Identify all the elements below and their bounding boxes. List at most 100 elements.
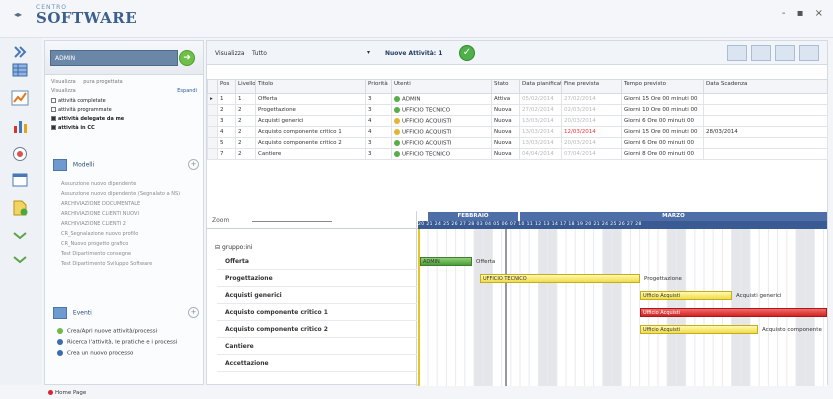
bar-chart-icon[interactable] (11, 118, 29, 134)
line-chart-icon[interactable] (11, 90, 29, 106)
checkbox[interactable] (51, 116, 56, 121)
gantt-bar[interactable]: UFFICIO TECNICO (480, 274, 640, 283)
weekend-column (483, 229, 493, 386)
models-add-icon[interactable]: + (188, 159, 199, 170)
column-header[interactable]: Utenti (391, 79, 492, 94)
checkbox[interactable] (51, 125, 56, 130)
table-row[interactable]: 3 2 Acquisti generici 4 UFFICIO ACQUISTI Nuov… (207, 115, 828, 127)
view-grid-button[interactable] (727, 45, 747, 61)
action-item[interactable]: Crea/Apri nuove attività/processi (57, 328, 157, 335)
model-item[interactable]: CR_Segnalazione nuovo profilo (61, 231, 138, 237)
cell-scad (703, 137, 828, 149)
model-item[interactable]: Assunzione nuovo dipendente (61, 181, 136, 187)
events-icon (53, 307, 67, 319)
gantt-bar[interactable]: Ufficio Acquisti (640, 308, 827, 317)
table-row[interactable]: 2 2 Progettazione 3 UFFICIO TECNICO Nuova 27/0… (207, 104, 828, 116)
gantt-bar-caption: Acquisti generici (736, 293, 782, 299)
cell-prio: 4 (365, 115, 392, 127)
action-icon (57, 328, 63, 334)
search-value[interactable]: pura progettata (83, 79, 123, 85)
events-title: Eventi (72, 309, 92, 317)
model-item[interactable]: CR_Nuovo progetto grafico (61, 241, 128, 247)
filter-header: Visualizza Espandi (51, 88, 197, 94)
user-text: ADMIN (402, 96, 421, 103)
cell-title: Cantiere (255, 148, 366, 160)
list-grid-icon[interactable] (11, 62, 29, 78)
chevron-down-icon-2[interactable] (11, 252, 29, 268)
column-header[interactable]: Tempo previsto (621, 79, 704, 94)
go-arrow-icon[interactable]: ➜ (179, 50, 195, 66)
search-row[interactable]: Visualizza pura progettata (51, 79, 123, 85)
view-select[interactable]: Tutto (252, 50, 267, 57)
dropdown-arrow-icon[interactable]: ▾ (367, 49, 370, 56)
gantt-bar[interactable]: Ufficio Acquisti (640, 325, 758, 334)
cell-title: Progettazione (255, 104, 366, 116)
chevron-down-icon[interactable] (11, 228, 29, 244)
cell-scad (703, 93, 828, 105)
filter-label-text: attività completate (58, 98, 106, 104)
gantt-bar[interactable]: Ufficio Acquisti (640, 291, 732, 300)
gantt-task-label[interactable]: Progettazione (225, 275, 273, 282)
filter-option[interactable]: attività programmate (51, 107, 112, 113)
model-item[interactable]: ARCHIVIAZIONE CLIENTI 2 (61, 221, 126, 227)
column-header[interactable]: Pos (217, 79, 236, 94)
weekend-column (602, 229, 612, 386)
gantt-group-label[interactable]: ⊟ gruppo:ini (215, 244, 252, 251)
column-header[interactable]: Data Scadenza (703, 79, 828, 94)
models-section-header[interactable]: Modelli + (53, 159, 199, 171)
view-gantt-button[interactable] (775, 45, 795, 61)
gantt-task-label[interactable]: Accettazione (225, 360, 269, 367)
gantt-bar[interactable]: ADMIN (420, 257, 472, 266)
column-header[interactable]: Fine prevista (561, 79, 622, 94)
column-header[interactable]: Titolo (255, 79, 366, 94)
new-activities-label[interactable]: Nuove Attività: 1 (385, 50, 442, 57)
confirm-check-icon[interactable]: ✓ (459, 45, 475, 61)
action-icon (57, 350, 63, 356)
cell-stato: Nuova (491, 137, 520, 149)
table-row[interactable]: 7 2 Cantiere 3 UFFICIO TECNICO Nuova 04/04/201… (207, 148, 828, 160)
globe-icon[interactable] (11, 146, 29, 162)
table-row[interactable]: 5 2 Acquisto componente critico 2 3 UFFICIO … (207, 137, 828, 149)
model-item[interactable]: ARCHIVIAZIONE DOCUMENTALE (61, 201, 140, 207)
status-text[interactable]: Home Page (48, 390, 86, 396)
model-item[interactable]: ARCHIVIAZIONE CLIENTI NUOVI (61, 211, 139, 217)
filter-option[interactable]: attività delegate da me (51, 116, 124, 122)
table-row[interactable]: 4 2 Acquisto componente critico 1 4 UFFICIO … (207, 126, 828, 138)
model-item[interactable]: Test Dipartimento consegne (61, 251, 131, 257)
zoom-slider[interactable] (252, 221, 332, 222)
column-header[interactable] (207, 79, 218, 94)
gantt-task-label[interactable]: Acquisto componente critico 2 (225, 326, 328, 333)
calendar-icon[interactable] (11, 172, 29, 188)
action-item[interactable]: Ricerca l'attività, le pratiche e i proc… (57, 339, 177, 346)
action-item[interactable]: Crea un nuovo processo (57, 350, 133, 357)
gantt-task-label[interactable]: Cantiere (225, 343, 254, 350)
cell-user: ADMIN (391, 93, 492, 105)
checkbox[interactable] (51, 107, 56, 112)
model-item[interactable]: Assunzione nuovo dipendente (Segnalato a… (61, 191, 180, 197)
column-header[interactable]: Stato (491, 79, 520, 94)
column-header[interactable]: Priorità (365, 79, 392, 94)
gantt-task-label[interactable]: Acquisto componente critico 1 (225, 309, 328, 316)
double-chevron-icon[interactable] (11, 44, 29, 60)
events-section-header[interactable]: Eventi + (53, 307, 199, 319)
user-combo[interactable]: ADMIN (50, 50, 178, 66)
model-item[interactable]: Test Dipartimento Sviluppo Software (61, 261, 152, 267)
view-full-button[interactable] (799, 45, 819, 61)
column-header[interactable]: Data pianificata (519, 79, 562, 94)
checkbox[interactable] (51, 98, 56, 103)
events-add-icon[interactable]: + (188, 307, 199, 318)
filter-option[interactable]: attività in CC (51, 125, 95, 131)
gantt-task-label[interactable]: Acquisti generici (225, 292, 282, 299)
column-header[interactable]: Livello (235, 79, 256, 94)
table-row[interactable]: ▸ 1 1 Offerta 3 ADMIN Attiva 05/02/2014 27/02/20… (207, 93, 828, 105)
gantt-task-label[interactable]: Offerta (225, 258, 249, 265)
filter-option[interactable]: attività completate (51, 98, 106, 104)
view-split-button[interactable] (751, 45, 771, 61)
app-menu-icon[interactable]: ◂▸ (14, 10, 22, 19)
user-status-icon (394, 117, 400, 124)
window-controls[interactable]: - ▪ × (782, 8, 827, 19)
cell-liv: 2 (235, 137, 256, 149)
cell-pos: 4 (217, 126, 236, 138)
expand-link[interactable]: Espandi (177, 88, 197, 94)
document-add-icon[interactable] (11, 200, 29, 216)
